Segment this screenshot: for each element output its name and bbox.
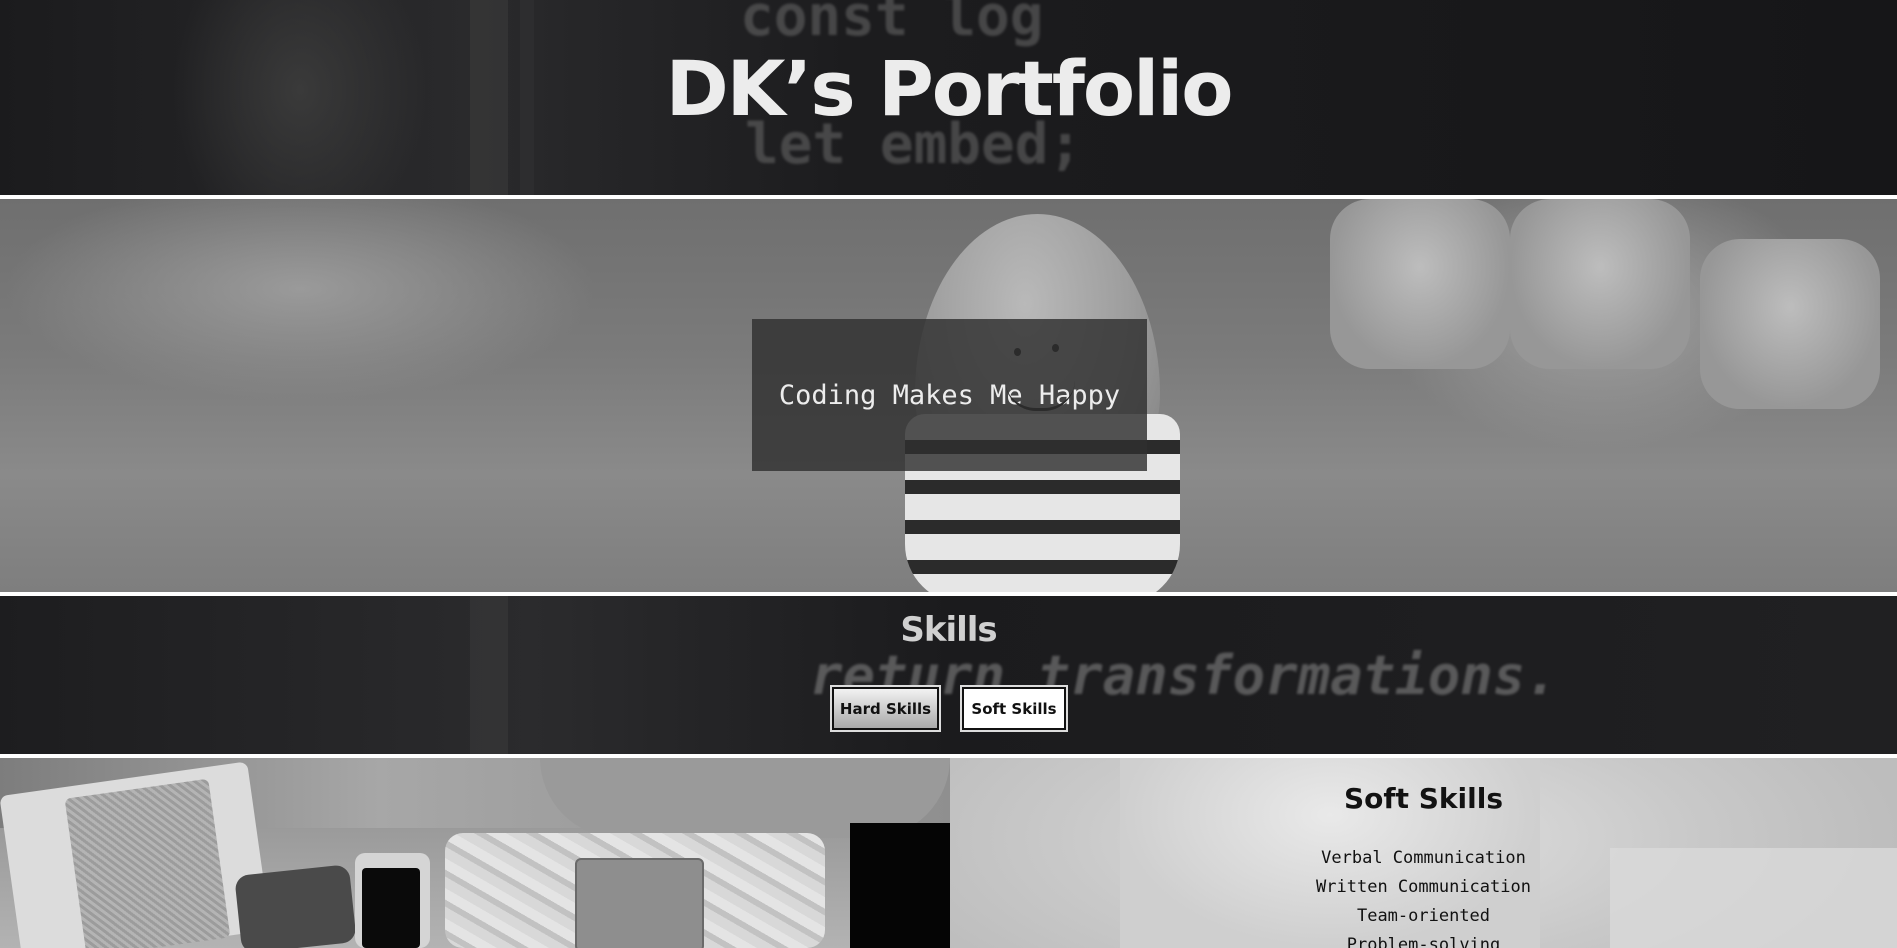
egg-eye (1052, 344, 1059, 352)
tagline-box: Coding Makes Me Happy (752, 319, 1147, 471)
header-banner: const log let embed; DK’s Portfolio (0, 0, 1897, 195)
black-device-image (850, 823, 950, 948)
header-background-code: const log (740, 0, 1044, 49)
desk-photo-panel (0, 758, 950, 948)
soft-skill-item: Problem-solving (1346, 935, 1501, 948)
soft-skills-title: Soft Skills (1344, 782, 1503, 815)
egg-eye (1014, 348, 1021, 356)
egg-carton-image (1510, 199, 1690, 369)
site-title: DK’s Portfolio (665, 44, 1234, 133)
egg-carton-image (1330, 199, 1510, 369)
soft-skills-list: Verbal Communication Written Communicati… (950, 844, 1897, 948)
trackpad-image (575, 858, 704, 948)
soft-skill-item: Team-oriented (1356, 906, 1491, 926)
soft-skill-item: Written Communication (1316, 877, 1531, 897)
phone-screen (362, 868, 420, 948)
soft-skills-panel: Soft Skills Verbal Communication Written… (950, 758, 1897, 948)
soft-skill-item: Verbal Communication (1321, 848, 1526, 868)
hard-skills-button[interactable]: Hard Skills (832, 687, 939, 730)
soft-skills-button[interactable]: Soft Skills (962, 687, 1066, 730)
hero-banner: Coding Makes Me Happy (0, 199, 1897, 592)
skills-section: return transformations. Skills Hard Skil… (0, 596, 1897, 754)
egg-carton-image (1700, 239, 1880, 409)
skills-title: Skills (900, 610, 997, 650)
fabric-case-image (64, 778, 231, 948)
pouch-image (234, 864, 357, 948)
